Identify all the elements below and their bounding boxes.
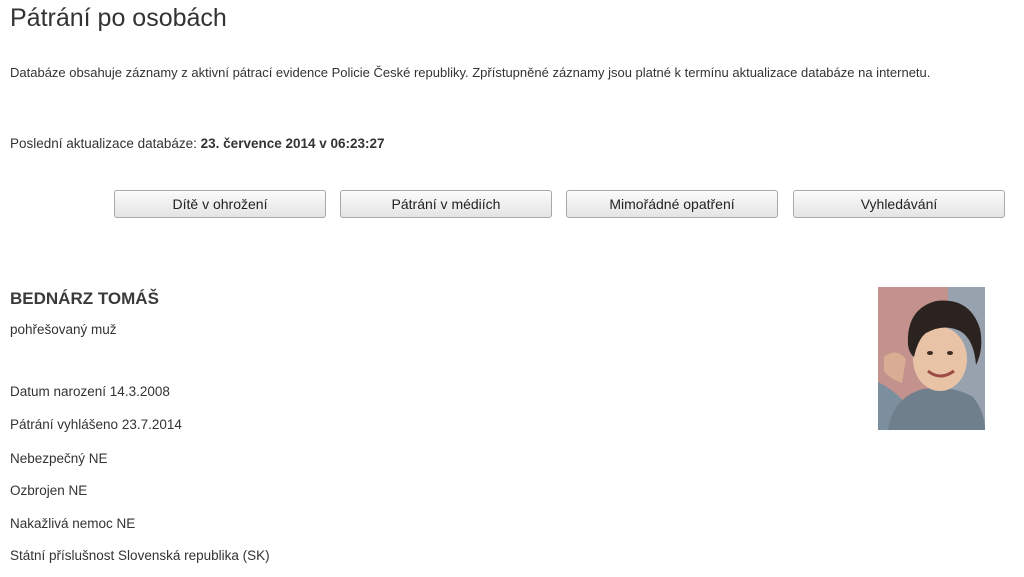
- person-name: BEDNÁRZ TOMÁŠ: [10, 289, 159, 308]
- child-in-danger-button[interactable]: Dítě v ohrožení: [114, 190, 326, 218]
- detail-nationality: Státní příslušnost Slovenská republika (…: [10, 548, 270, 563]
- person-photo: [878, 287, 985, 430]
- detail-contagious-disease: Nakažlivá nemoc NE: [10, 516, 136, 531]
- detail-search-declared: Pátrání vyhlášeno 23.7.2014: [10, 417, 182, 432]
- page-title: Pátrání po osobách: [10, 4, 227, 32]
- person-photo-image: [878, 287, 985, 430]
- detail-dangerous: Nebezpečný NE: [10, 451, 108, 466]
- detail-birth-date: Datum narození 14.3.2008: [10, 384, 170, 399]
- media-search-button[interactable]: Pátrání v médiích: [340, 190, 552, 218]
- extraordinary-measure-button[interactable]: Mimořádné opatření: [566, 190, 778, 218]
- search-button[interactable]: Vyhledávání: [793, 190, 1005, 218]
- last-update-value: 23. července 2014 v 06:23:27: [200, 136, 385, 151]
- intro-text: Databáze obsahuje záznamy z aktivní pátr…: [10, 65, 931, 80]
- person-type: pohřešovaný muž: [10, 322, 117, 337]
- detail-armed: Ozbrojen NE: [10, 483, 88, 498]
- last-update: Poslední aktualizace databáze: 23. červe…: [10, 136, 385, 151]
- last-update-label: Poslední aktualizace databáze:: [10, 136, 197, 151]
